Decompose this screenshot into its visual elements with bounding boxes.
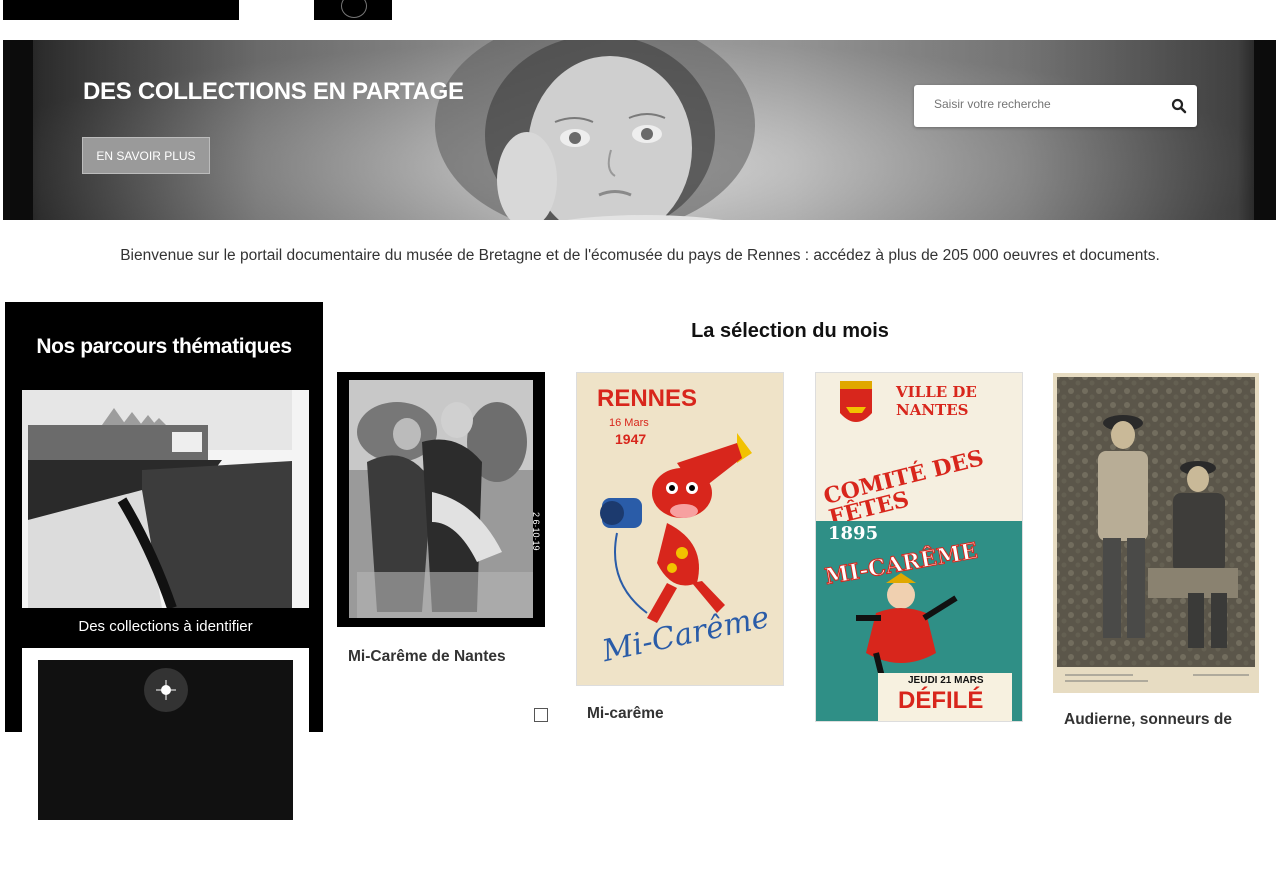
poster-event: DÉFILÉ bbox=[898, 687, 984, 714]
theme-image-night-sky bbox=[22, 648, 309, 866]
search-icon[interactable] bbox=[1171, 98, 1187, 114]
selection-item-audierne-sonneurs[interactable]: Audierne, sonneurs de bbox=[1053, 373, 1260, 728]
selection-item-mi-careme-rennes[interactable]: RENNES 16 Mars 1947 Mi-Carême Mi-carême bbox=[576, 372, 784, 722]
poster-heading: COMITÉ DES FÊTES bbox=[821, 445, 987, 532]
museum-logo[interactable] bbox=[3, 0, 239, 20]
poster-date: 16 Mars bbox=[609, 417, 649, 429]
svg-text:2 6·10·19: 2 6·10·19 bbox=[531, 512, 541, 551]
poster-city: VILLE DE NANTES bbox=[896, 383, 977, 419]
selection-image-poster-rennes: RENNES 16 Mars 1947 Mi-Carême bbox=[576, 372, 784, 686]
hero-child-photo bbox=[435, 40, 755, 220]
search-box bbox=[914, 85, 1197, 127]
poster-city: RENNES bbox=[597, 385, 698, 412]
welcome-text: Bienvenue sur le portail documentaire du… bbox=[120, 247, 1160, 264]
film-border-left bbox=[3, 40, 33, 220]
theme-label: Des collections à identifier bbox=[78, 618, 253, 635]
selection-title: La sélection du mois bbox=[691, 320, 889, 342]
film-border-right bbox=[1254, 40, 1276, 220]
hero-title: DES COLLECTIONS EN PARTAGE bbox=[83, 78, 464, 105]
selection-label: Mi-Carême de Nantes bbox=[348, 648, 506, 665]
theme-card-collections-to-identify[interactable]: Des collections à identifier bbox=[22, 390, 309, 635]
selection-item-mi-careme-nantes[interactable]: 2 6·10·19 Mi-Carême de Nantes bbox=[337, 372, 548, 722]
selection-image-dancers: 2 6·10·19 bbox=[337, 372, 545, 627]
poster-date: JEUDI 21 MARS bbox=[908, 675, 984, 686]
theme-image-coast bbox=[22, 390, 309, 608]
thematic-sidebar: Nos parcours thématiques Des collections… bbox=[5, 302, 323, 866]
selection-item-mi-careme-nantes-1895[interactable]: VILLE DE NANTES COMITÉ DES FÊTES 1895 MI… bbox=[815, 372, 1023, 722]
selection-label: Mi-carême bbox=[587, 705, 664, 722]
nantes-coat-of-arms-icon bbox=[840, 381, 872, 422]
selection-image-poster-nantes: VILLE DE NANTES COMITÉ DES FÊTES 1895 MI… bbox=[815, 372, 1023, 722]
learn-more-button[interactable]: EN SAVOIR PLUS bbox=[82, 137, 210, 174]
theme-card-2[interactable] bbox=[22, 648, 309, 876]
selection-image-sonneurs-postcard bbox=[1053, 373, 1259, 693]
partner-logo[interactable] bbox=[314, 0, 392, 20]
search-input[interactable] bbox=[934, 97, 1154, 111]
sidebar-title: Nos parcours thématiques bbox=[36, 335, 292, 358]
poster-year: 1895 bbox=[828, 523, 879, 544]
hero-banner: DES COLLECTIONS EN PARTAGE EN SAVOIR PLU… bbox=[3, 40, 1276, 220]
selection-label: Audierne, sonneurs de bbox=[1064, 711, 1232, 728]
